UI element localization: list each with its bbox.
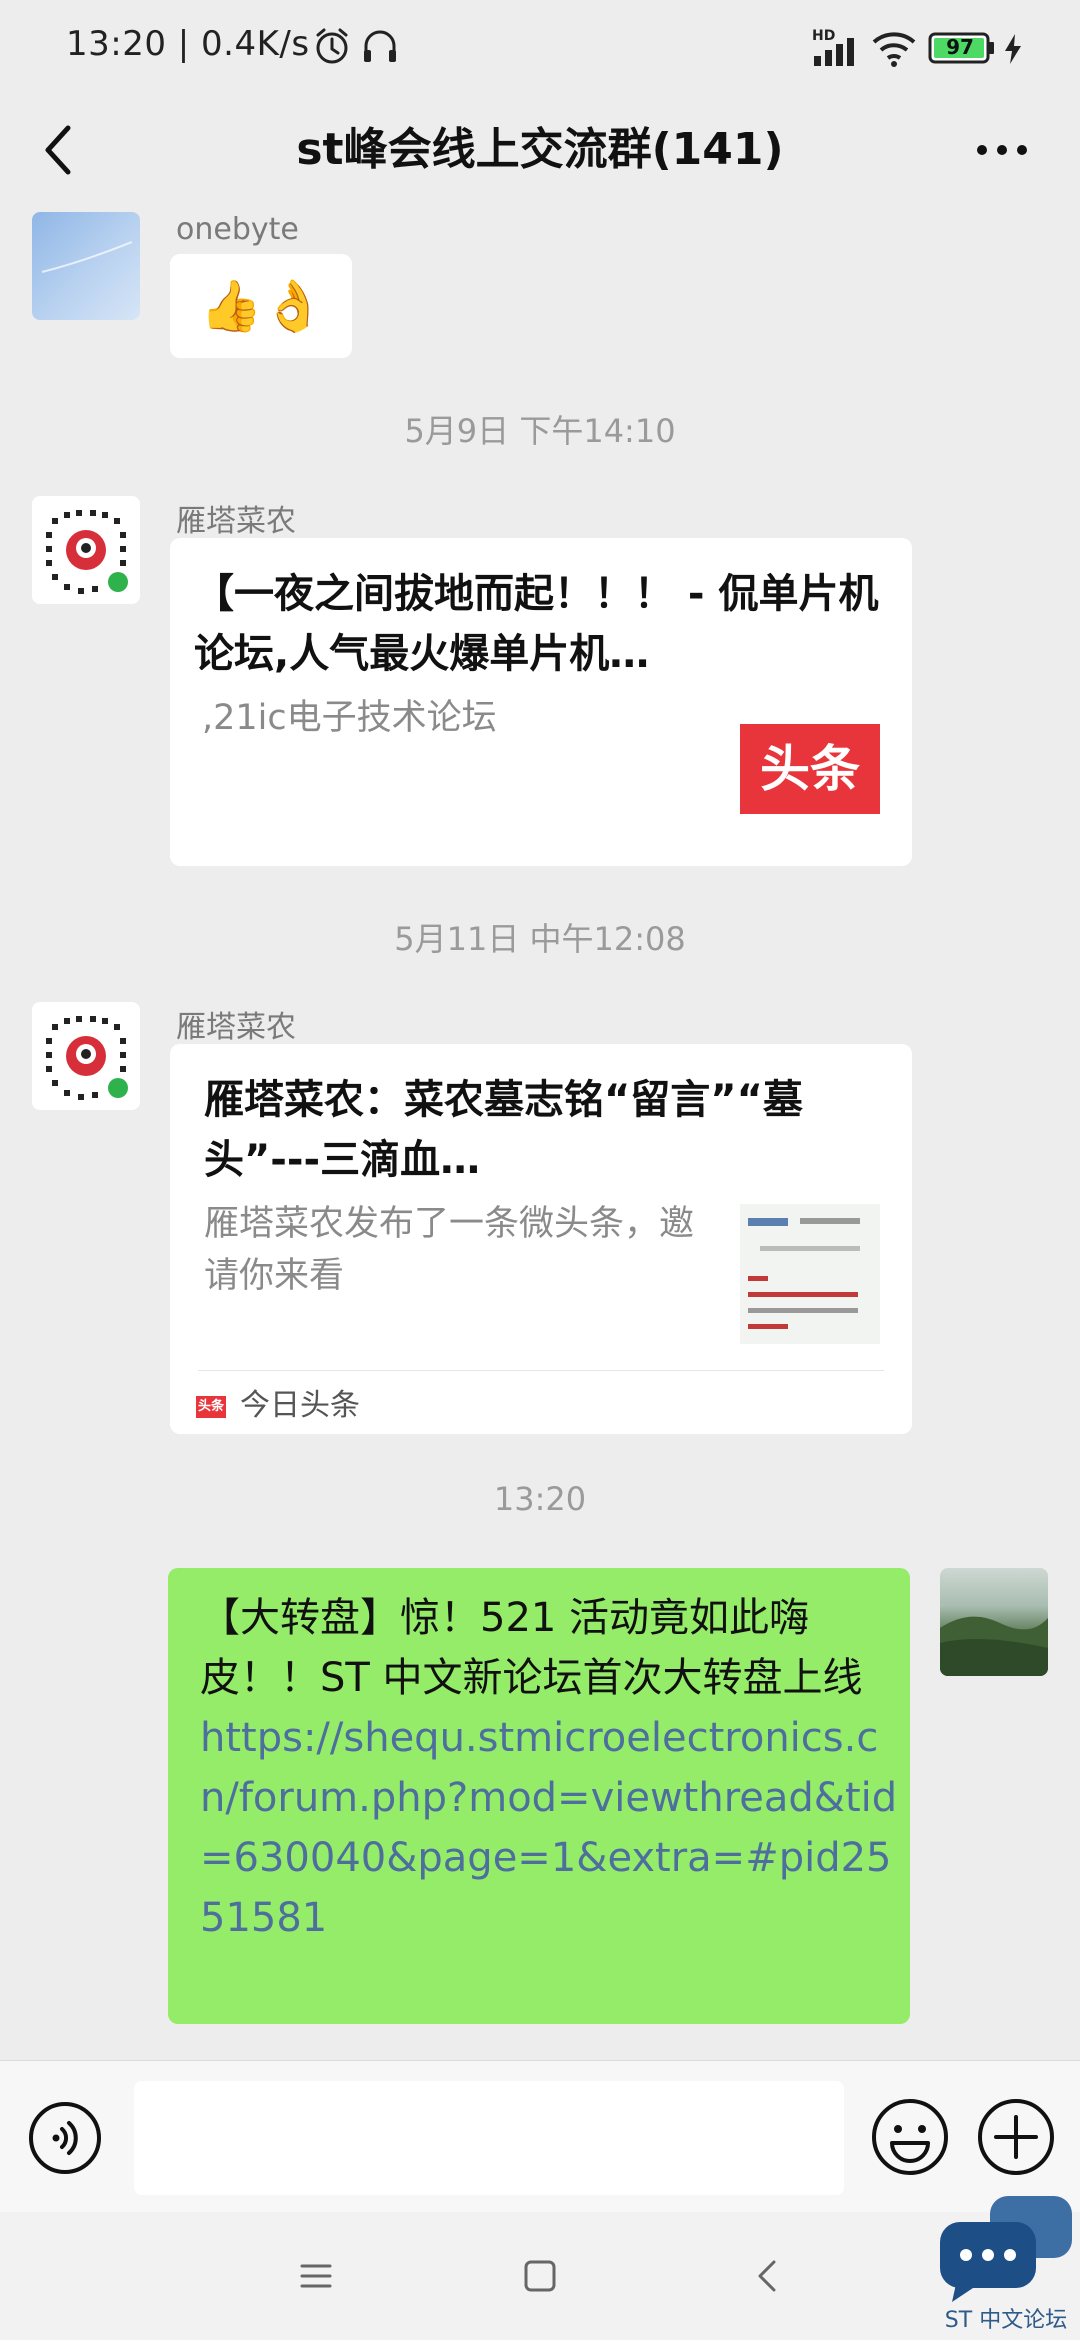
avatar-yanta-cainong[interactable] <box>32 1002 140 1110</box>
timestamp: 5月9日 下午14:10 <box>404 412 676 450</box>
home-icon <box>524 2260 556 2292</box>
sender-name: 雁塔菜农 <box>176 1010 296 1045</box>
chat-title: st峰会线上交流群(141) <box>296 124 784 175</box>
emoji-icon <box>872 2099 948 2175</box>
message-link[interactable]: https://shequ.stmicroelectronics.cn/foru… <box>200 1715 897 1941</box>
card-description: ,21ic电子技术论坛 <box>202 698 497 738</box>
card-description: 雁塔菜农发布了一条微头条，邀请你来看 <box>204 1204 695 1296</box>
avatar-self[interactable] <box>940 1568 1048 1676</box>
more-icon <box>977 145 1027 155</box>
card-thumbnail <box>740 1204 880 1344</box>
add-icon <box>978 2099 1054 2175</box>
charging-icon <box>1002 32 1024 70</box>
signal-icon <box>812 36 858 70</box>
card-source: 今日头条 <box>240 1388 360 1423</box>
sent-message-bubble[interactable]: 【大转盘】惊！521 活动竟如此嗨皮！！ST 中文新论坛首次大转盘上线 http… <box>168 1568 910 2024</box>
voice-icon <box>29 2102 101 2174</box>
voice-button[interactable] <box>28 2101 102 2175</box>
message-input[interactable] <box>134 2081 844 2195</box>
avatar-yanta-cainong[interactable] <box>32 496 140 604</box>
more-button[interactable] <box>966 120 1038 180</box>
message-text: 【大转盘】惊！521 活动竟如此嗨皮！！ST 中文新论坛首次大转盘上线 http… <box>200 1588 900 1948</box>
nav-back-button[interactable] <box>744 2252 792 2300</box>
headphones-icon <box>360 26 400 70</box>
wifi-icon <box>870 30 918 72</box>
watermark-text: ST 中文论坛 <box>944 2308 1068 2333</box>
chat-header: st峰会线上交流群(141) <box>0 100 1080 200</box>
card-divider <box>198 1370 884 1371</box>
card-title: 【一夜之间拔地而起！！！ - 侃单片机论坛,人气最火爆单片机… <box>194 571 879 677</box>
menu-icon <box>300 2264 332 2288</box>
battery-level: 97 <box>946 35 974 59</box>
sender-name: 雁塔菜农 <box>176 504 296 539</box>
card-title: 雁塔菜农：菜农墓志铭“留言”“墓头”---三滴血… <box>204 1077 803 1183</box>
watermark: ST 中文论坛 <box>936 2192 1076 2333</box>
back-button[interactable] <box>28 118 92 182</box>
message-bubble[interactable]: 👍👌 <box>170 254 352 358</box>
input-bar <box>0 2060 1080 2213</box>
avatar-onebyte[interactable] <box>32 212 140 320</box>
status-bar: 13:20 | 0.4K/s HD 97 <box>0 0 1080 100</box>
link-card[interactable]: 【一夜之间拔地而起！！！ - 侃单片机论坛,人气最火爆单片机… ,21ic电子技… <box>170 538 912 866</box>
chat-bubbles-logo-icon <box>940 2196 1072 2302</box>
back-chevron-icon <box>45 125 71 175</box>
emoji-button[interactable] <box>870 2097 950 2177</box>
alarm-icon <box>312 26 352 70</box>
message-body: 【大转盘】惊！521 活动竟如此嗨皮！！ST 中文新论坛首次大转盘上线 <box>200 1595 863 1701</box>
system-nav-bar <box>0 2212 1080 2340</box>
toutiao-logo-icon: 头条 <box>196 1396 226 1418</box>
menu-button[interactable] <box>292 2252 340 2300</box>
back-icon <box>758 2260 776 2292</box>
timestamp: 5月11日 中午12:08 <box>394 920 686 958</box>
emoji-message: 👍👌 <box>200 277 325 335</box>
link-card[interactable]: 雁塔菜农：菜农墓志铭“留言”“墓头”---三滴血… 雁塔菜农发布了一条微头条，邀… <box>170 1044 912 1434</box>
add-button[interactable] <box>976 2097 1056 2177</box>
battery-icon: 97 <box>928 32 996 64</box>
timestamp: 13:20 <box>493 1480 587 1518</box>
home-button[interactable] <box>516 2252 564 2300</box>
sender-name: onebyte <box>176 212 299 247</box>
status-time-speed: 13:20 | 0.4K/s <box>66 24 310 64</box>
card-thumbnail: 头条 <box>740 724 880 814</box>
